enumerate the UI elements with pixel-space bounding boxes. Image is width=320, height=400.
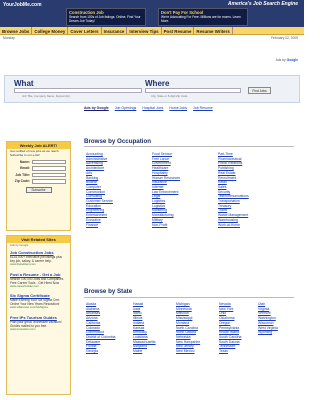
nav-insurance[interactable]: Insurance	[102, 27, 128, 34]
divider	[84, 297, 294, 298]
home-jobs-link[interactable]: Home Jobs	[169, 106, 187, 110]
ad-url[interactable]: www.theladders.com	[10, 262, 67, 266]
category-link[interactable]: Wyoming	[258, 330, 298, 335]
occupation-list-col-2: Food Service Free Lance Government Healthca…	[152, 152, 207, 227]
ad-url[interactable]: www.tnvacation.com	[10, 327, 67, 331]
ad-url[interactable]: www.careerbuilder.com	[10, 284, 67, 288]
what-hint: Job Title, Company Name, Keyword(s)	[22, 94, 70, 98]
banner-ad-school[interactable]: Don't Pay For School We're Advocating Fo…	[158, 8, 248, 26]
banner-ad-text: Search from 100s of Job listings. Online…	[69, 15, 141, 24]
category-link[interactable]: Maine	[133, 349, 177, 354]
job-openings-link[interactable]: Job Openings	[115, 106, 137, 110]
site-tagline: America's Job Search Engine	[227, 1, 298, 7]
where-hint: City, State or 5-digit Zip Code	[151, 94, 188, 98]
category-link[interactable]: Work-at-Home	[218, 223, 273, 228]
sponsored-ad: Job Construction Jobs $135,000+ executiv…	[7, 248, 70, 269]
banner-ad-construction[interactable]: Construction Job Search from 100s of Job…	[66, 8, 146, 26]
state-list-col-3: Michigan Minnesota Missouri Mississippi Mont…	[176, 302, 220, 354]
ads-by-google-label[interactable]: Ads by Google	[276, 58, 298, 62]
nav-cover-letters[interactable]: Cover Letters	[68, 27, 102, 34]
alert-description: Get notified of new jobs as we reach. Su…	[10, 149, 60, 157]
occupation-list-col-1: Accounting Administrative Advertising Archi…	[86, 152, 141, 227]
category-link[interactable]: Texas	[219, 349, 259, 354]
state-list-col-4: Nevada New York Ohio Oklahoma Oregon Pennsylv…	[219, 302, 259, 354]
state-list-col-2: Hawaii Iowa Idaho Illinois Indiana Kansas Kent…	[133, 302, 177, 354]
related-sites-box: Visit Related Sites Ads by Google Job Co…	[6, 235, 71, 395]
alert-zip-row: Zip Code:	[7, 178, 70, 185]
job-title-label: Job Title:	[15, 172, 30, 177]
ads-by-google-link[interactable]: Ads by Google	[84, 106, 109, 110]
job-search-form: What Where Job Title, Company Name, Keyw…	[4, 75, 300, 103]
occupation-list-col-3: Part-Time Pharmaceutical Public Relations P…	[218, 152, 273, 227]
ads-by-text: Ads by	[275, 58, 286, 62]
alert-title: Weekly Job ALERT!	[7, 142, 70, 149]
sponsored-ad: Six Sigma Certificate Make Earning Your …	[7, 291, 70, 312]
related-sites-title: Visit Related Sites	[7, 236, 70, 243]
ad-url[interactable]: www.villanovau.com/SixSigma	[10, 305, 67, 309]
subscribe-button[interactable]: Subscribe	[25, 186, 52, 193]
sponsored-ad: Post a Resume - Get a Job Search 100,000…	[7, 270, 70, 291]
ad-links-row: Ads by Google Job Openings Hospital Jobs…	[84, 106, 213, 110]
date-bar: Monday February 02, 2009	[0, 35, 304, 42]
email-label: Email:	[20, 166, 30, 171]
nav-resume-writers[interactable]: Resume Writers	[194, 27, 233, 34]
job-resume-link[interactable]: Job Resume	[193, 106, 213, 110]
name-field[interactable]	[32, 159, 66, 164]
job-title-field[interactable]	[32, 172, 66, 177]
nav-browse-jobs[interactable]: Browse Jobs	[0, 27, 33, 34]
site-logo[interactable]: YourJobMe.com	[3, 2, 55, 9]
state-list-col-1: Alaska Alabama Arkansas Arizona California Co…	[86, 302, 130, 354]
nav-post-resume[interactable]: Post Resume	[162, 27, 195, 34]
where-input[interactable]	[145, 88, 241, 93]
main-nav: Browse Jobs College Money Cover Letters …	[0, 27, 304, 35]
nav-interview-tips[interactable]: Interview Tips	[127, 27, 162, 34]
day-label: Monday	[3, 36, 15, 40]
category-link[interactable]: Finance	[86, 223, 141, 228]
what-input[interactable]	[14, 88, 142, 93]
sponsored-ad: Free IPs Tourism Guides Plan your great …	[7, 313, 70, 334]
category-link[interactable]: Non-Profit	[152, 223, 207, 228]
page: YourJobMe.com America's Job Search Engin…	[0, 0, 304, 400]
state-list-col-5: Utah Virginia Vermont Washington Wisconsin We…	[258, 302, 298, 335]
header: YourJobMe.com America's Job Search Engin…	[0, 0, 304, 27]
date-label: February 02, 2009	[271, 36, 298, 40]
find-jobs-button[interactable]: Find Jobs	[248, 87, 271, 94]
divider	[84, 146, 294, 147]
email-field[interactable]	[32, 166, 66, 171]
job-alert-box: Weekly Job ALERT! Get notified of new jo…	[6, 141, 71, 231]
category-link[interactable]: New Mexico	[176, 349, 220, 354]
browse-by-occupation-heading: Browse by Occupation	[84, 138, 152, 145]
zip-code-label: Zip Code:	[14, 179, 30, 184]
category-link[interactable]: Georgia	[86, 349, 130, 354]
banner-ad-text: We're Advocating For Free. Millions are …	[161, 15, 241, 24]
google-logo: Google	[286, 58, 298, 62]
zip-code-field[interactable]	[32, 179, 66, 184]
nav-college-money[interactable]: College Money	[32, 27, 69, 34]
hospital-jobs-link[interactable]: Hospital Jobs	[142, 106, 163, 110]
browse-by-state-heading: Browse by State	[84, 288, 133, 295]
name-label: Name:	[19, 159, 30, 164]
